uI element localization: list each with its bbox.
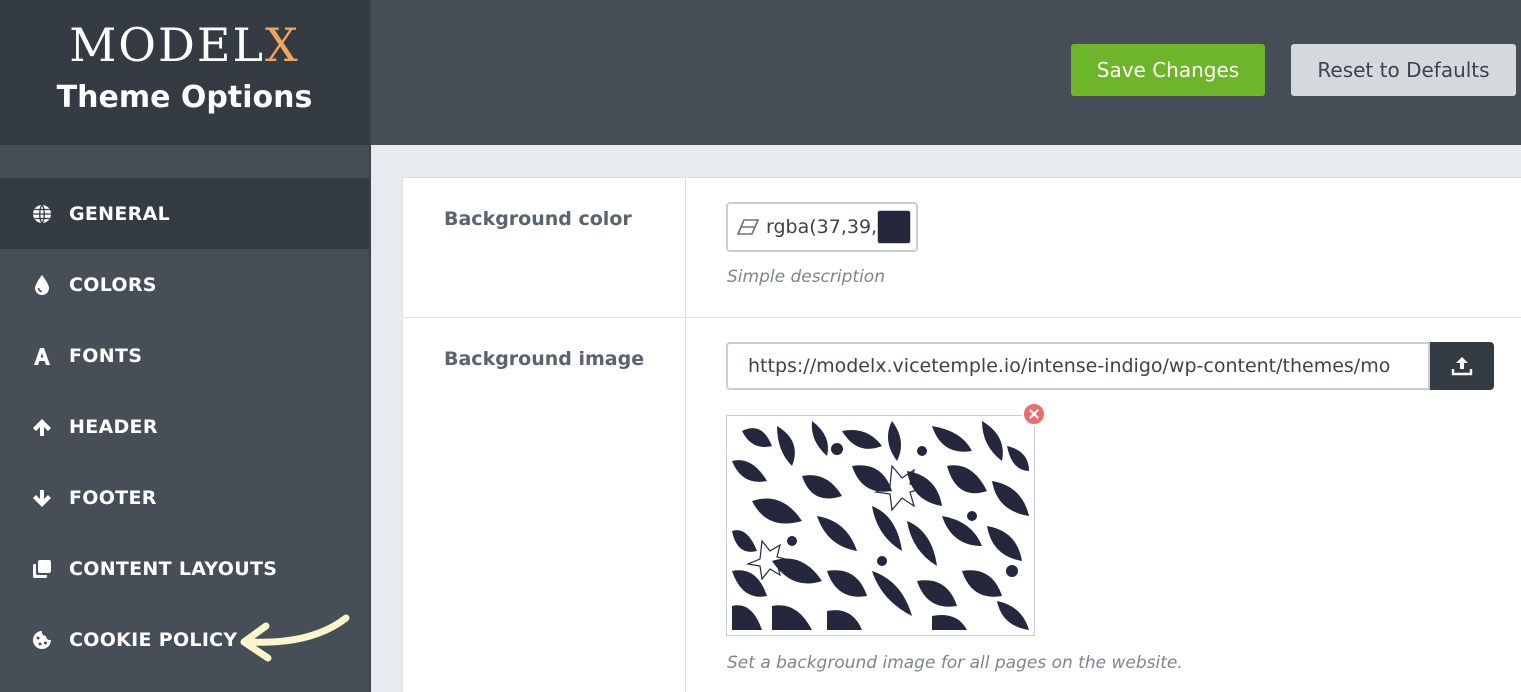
clone-icon [31, 558, 53, 580]
sidebar: MODELX Theme Options GENERAL COLORS FONT… [0, 0, 369, 692]
option-description: Set a background image for all pages on … [727, 653, 1183, 673]
upload-icon [1451, 357, 1473, 376]
reset-defaults-button[interactable]: Reset to Defaults [1291, 44, 1516, 96]
sidebar-item-label: GENERAL [69, 202, 170, 225]
pointer-arrow-icon [240, 614, 350, 662]
option-description: Simple description [727, 267, 885, 287]
font-icon [31, 345, 53, 367]
option-label: Background image [444, 348, 645, 370]
upload-button[interactable] [1430, 342, 1494, 390]
sidebar-item-label: FOOTER [69, 486, 157, 509]
sidebar-item-label: CONTENT LAYOUTS [69, 557, 278, 580]
option-label: Background color [444, 208, 632, 230]
option-row-background-color: Background color rgba(37,39, Simple desc… [403, 178, 1521, 318]
brand-subtitle: Theme Options [56, 80, 313, 115]
option-row-background-image: Background image https://modelx.vicetemp… [403, 318, 1521, 692]
sidebar-item-label: COOKIE POLICY [69, 628, 238, 651]
color-picker-field[interactable]: rgba(37,39, [726, 202, 918, 252]
main-content: Background color rgba(37,39, Simple desc… [371, 145, 1521, 692]
globe-icon [31, 203, 53, 225]
sidebar-item-header[interactable]: HEADER [0, 391, 369, 462]
sidebar-item-fonts[interactable]: FONTS [0, 320, 369, 391]
sidebar-item-general[interactable]: GENERAL [0, 178, 369, 249]
arrow-up-icon [31, 416, 53, 438]
logo: MODELX [0, 18, 369, 72]
logo-main: MODEL [69, 18, 266, 72]
sidebar-item-label: FONTS [69, 344, 143, 367]
close-icon [1029, 409, 1039, 419]
sidebar-item-label: COLORS [69, 273, 157, 296]
eraser-icon[interactable] [736, 218, 760, 236]
sidebar-item-label: HEADER [69, 415, 158, 438]
arrow-down-icon [31, 487, 53, 509]
image-url-input[interactable]: https://modelx.vicetemple.io/intense-ind… [726, 342, 1430, 390]
top-toolbar: Save Changes Reset to Defaults [371, 0, 1521, 145]
brand-header: MODELX Theme Options [0, 0, 369, 145]
logo-accent: X [265, 18, 300, 72]
save-changes-button[interactable]: Save Changes [1071, 44, 1265, 96]
cookie-icon [31, 629, 53, 651]
floral-pattern-image [732, 421, 1029, 630]
options-panel: Background color rgba(37,39, Simple desc… [402, 177, 1521, 692]
droplet-icon [31, 274, 53, 296]
sidebar-item-content-layouts[interactable]: CONTENT LAYOUTS [0, 533, 369, 604]
remove-image-button[interactable] [1022, 402, 1046, 426]
color-value[interactable]: rgba(37,39, [766, 216, 877, 238]
sidebar-item-colors[interactable]: COLORS [0, 249, 369, 320]
color-swatch[interactable] [877, 210, 911, 244]
image-preview [726, 415, 1035, 636]
sidebar-item-footer[interactable]: FOOTER [0, 462, 369, 533]
